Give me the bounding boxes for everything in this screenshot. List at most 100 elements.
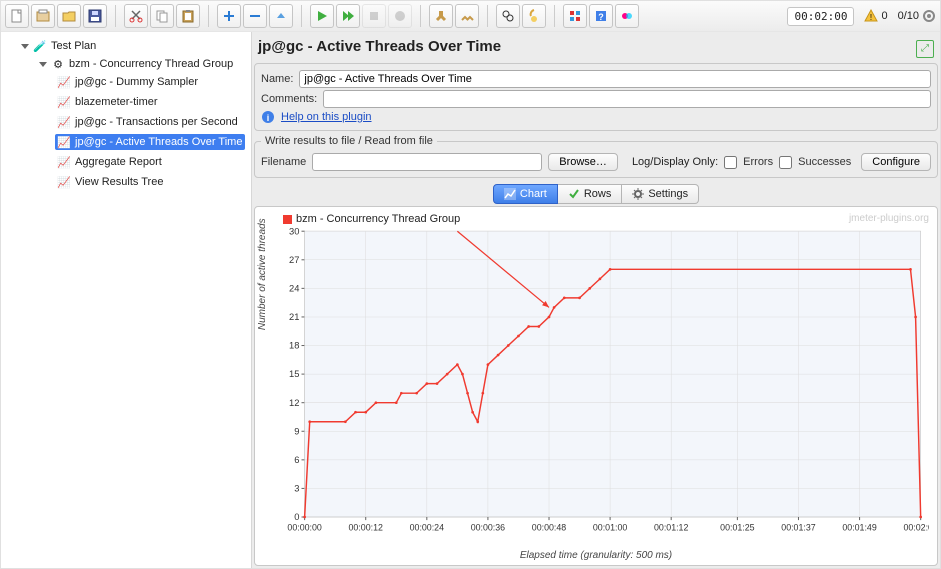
help-link[interactable]: Help on this plugin — [281, 111, 372, 123]
thread-status: 0/10 — [898, 9, 936, 23]
name-input[interactable] — [299, 70, 931, 88]
flask-icon: 🧪 — [33, 39, 47, 53]
svg-text:24: 24 — [289, 283, 299, 293]
svg-text:6: 6 — [294, 455, 299, 465]
svg-text:00:01:12: 00:01:12 — [654, 522, 688, 532]
expand-button[interactable] — [217, 4, 241, 28]
svg-text:00:01:37: 00:01:37 — [781, 522, 815, 532]
chart-panel: bzm - Concurrency Thread Group jmeter-pl… — [254, 206, 938, 566]
svg-text:21: 21 — [289, 312, 299, 322]
name-fieldset: Name: Comments: i Help on this plugin — [254, 63, 938, 131]
listener-icon: 📈 — [57, 175, 71, 189]
comments-label: Comments: — [261, 93, 317, 105]
svg-text:!: ! — [870, 13, 872, 22]
chart-icon — [504, 188, 516, 200]
logdisplay-label: Log/Display Only: — [632, 156, 718, 168]
filename-label: Filename — [261, 156, 306, 168]
file-legend: Write results to file / Read from file — [261, 135, 437, 147]
svg-text:3: 3 — [294, 484, 299, 494]
listener-icon: 📈 — [57, 75, 71, 89]
svg-text:00:02:01: 00:02:01 — [903, 522, 929, 532]
listener-icon: 📈 — [57, 115, 71, 129]
svg-text:00:00:00: 00:00:00 — [287, 522, 321, 532]
svg-text:00:00:36: 00:00:36 — [471, 522, 505, 532]
svg-text:00:01:25: 00:01:25 — [720, 522, 754, 532]
svg-text:?: ? — [598, 12, 604, 22]
svg-text:00:00:48: 00:00:48 — [532, 522, 566, 532]
clear-button[interactable] — [429, 4, 453, 28]
tree-root[interactable]: 🧪Test Plan — [19, 38, 249, 54]
threads-icon — [922, 9, 936, 23]
plugin-button[interactable] — [615, 4, 639, 28]
file-fieldset: Write results to file / Read from file F… — [254, 135, 938, 178]
toolbar: ? 00:02:00 ! 0 0/10 — [1, 1, 940, 32]
svg-text:i: i — [267, 113, 270, 123]
listener-icon: 📈 — [57, 135, 71, 149]
tree-item[interactable]: 📈View Results Tree — [55, 174, 245, 190]
open-button[interactable] — [57, 4, 81, 28]
function-helper-button[interactable] — [563, 4, 587, 28]
test-plan-tree[interactable]: 🧪Test Plan ⚙bzm - Concurrency Thread Gro… — [1, 32, 252, 568]
svg-text:00:01:00: 00:01:00 — [593, 522, 627, 532]
errors-label: Errors — [743, 156, 773, 168]
tab-settings[interactable]: Settings — [622, 184, 699, 204]
warning-count: ! 0 — [864, 9, 887, 23]
main-panel: jp@gc - Active Threads Over Time ⤢ Name:… — [252, 32, 940, 568]
svg-text:0: 0 — [294, 512, 299, 522]
svg-text:18: 18 — [289, 341, 299, 351]
chart-legend: bzm - Concurrency Thread Group — [283, 213, 460, 225]
svg-text:12: 12 — [289, 398, 299, 408]
new-button[interactable] — [5, 4, 29, 28]
shutdown-button[interactable] — [388, 4, 412, 28]
tree-item[interactable]: 📈blazemeter-timer — [55, 94, 245, 110]
save-button[interactable] — [83, 4, 107, 28]
search-button[interactable] — [496, 4, 520, 28]
elapsed-time: 00:02:00 — [787, 7, 854, 26]
listener-icon: 📈 — [57, 95, 71, 109]
tree-thread-group[interactable]: ⚙bzm - Concurrency Thread Group — [37, 56, 247, 72]
help-button[interactable]: ? — [589, 4, 613, 28]
filename-input[interactable] — [312, 153, 542, 171]
tree-item[interactable]: 📈Aggregate Report — [55, 154, 245, 170]
check-icon — [568, 188, 580, 200]
successes-label: Successes — [798, 156, 851, 168]
templates-button[interactable] — [31, 4, 55, 28]
gear-icon: ⚙ — [51, 57, 65, 71]
stop-button[interactable] — [362, 4, 386, 28]
x-axis-label: Elapsed time (granularity: 500 ms) — [255, 550, 937, 565]
start-button[interactable] — [310, 4, 334, 28]
svg-text:00:01:49: 00:01:49 — [842, 522, 876, 532]
paste-button[interactable] — [176, 4, 200, 28]
configure-button[interactable]: Configure — [861, 153, 931, 171]
chart-canvas: 03691215182124273000:00:0000:00:1200:00:… — [263, 225, 929, 546]
svg-text:30: 30 — [289, 226, 299, 236]
start-no-pause-button[interactable] — [336, 4, 360, 28]
svg-text:27: 27 — [289, 255, 299, 265]
copy-button[interactable] — [150, 4, 174, 28]
svg-text:15: 15 — [289, 369, 299, 379]
svg-text:00:00:24: 00:00:24 — [410, 522, 444, 532]
disclosure-icon[interactable] — [39, 62, 47, 67]
legend-swatch — [283, 215, 292, 224]
errors-checkbox[interactable] — [724, 156, 737, 169]
successes-checkbox[interactable] — [779, 156, 792, 169]
clear-all-button[interactable] — [455, 4, 479, 28]
warning-icon: ! — [864, 9, 878, 23]
tree-item[interactable]: 📈jp@gc - Dummy Sampler — [55, 74, 245, 90]
browse-button[interactable]: Browse… — [548, 153, 618, 171]
tab-rows[interactable]: Rows — [558, 184, 623, 204]
disclosure-icon[interactable] — [21, 44, 29, 49]
collapse-button[interactable] — [243, 4, 267, 28]
tree-item[interactable]: 📈jp@gc - Transactions per Second — [55, 114, 245, 130]
tree-item[interactable]: 📈jp@gc - Active Threads Over Time — [55, 134, 245, 150]
comments-input[interactable] — [323, 90, 931, 108]
gear-icon — [632, 188, 644, 200]
watermark: jmeter-plugins.org — [849, 213, 929, 224]
toggle-button[interactable] — [269, 4, 293, 28]
tab-chart[interactable]: Chart — [493, 184, 558, 204]
chart-tabs: Chart Rows Settings — [254, 184, 938, 204]
cut-button[interactable] — [124, 4, 148, 28]
info-icon: i — [261, 110, 275, 124]
reset-search-button[interactable] — [522, 4, 546, 28]
expand-panel-button[interactable]: ⤢ — [916, 40, 934, 58]
